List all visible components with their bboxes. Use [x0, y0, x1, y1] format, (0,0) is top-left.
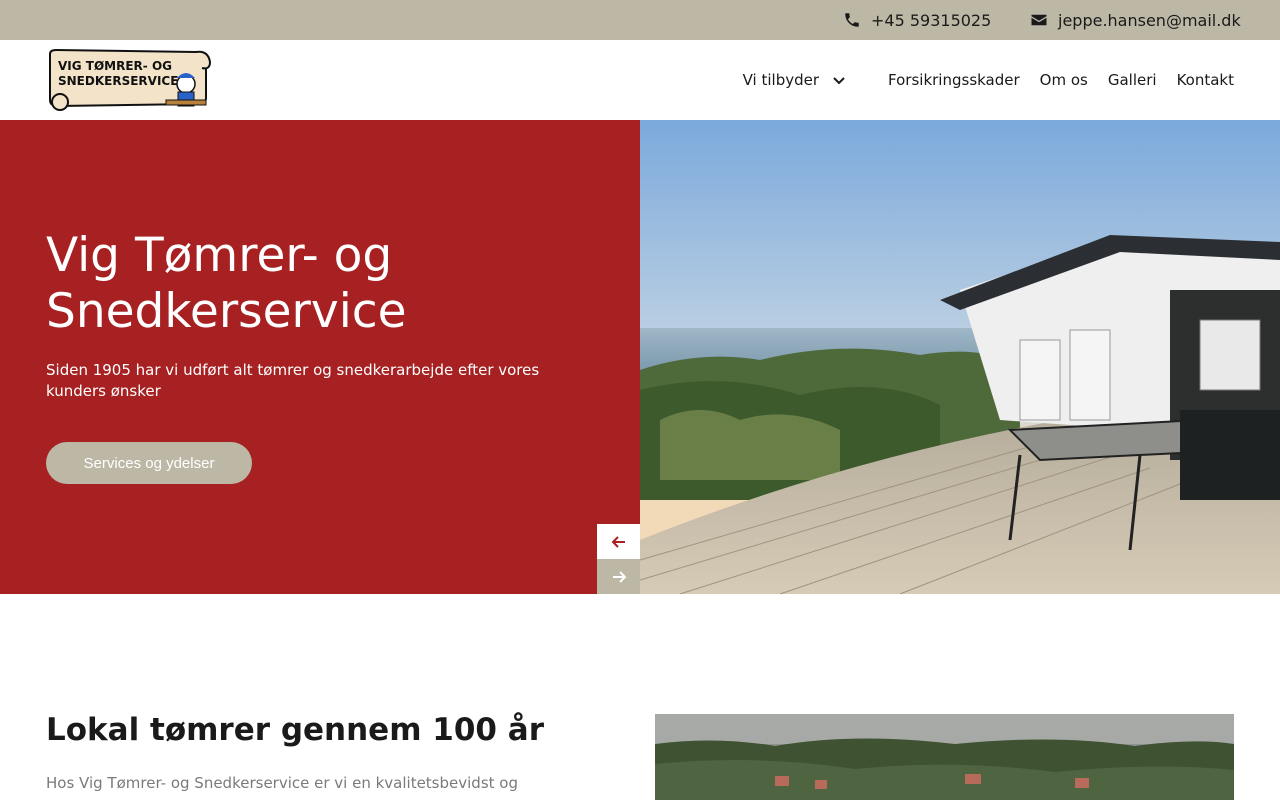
envelope-icon — [1031, 14, 1047, 26]
nav-forsikringsskader[interactable]: Forsikringsskader — [888, 71, 1020, 89]
phone-icon — [845, 13, 859, 27]
phone-contact[interactable]: +45 59315025 — [843, 0, 991, 40]
main-navigation: Vi tilbyder Forsikringsskader Om os Gall… — [723, 40, 1234, 120]
email-address[interactable]: jeppe.hansen@mail.dk — [1058, 11, 1241, 30]
town-aerial-photo — [655, 714, 1234, 800]
chevron-down-icon[interactable] — [831, 72, 847, 88]
slider-prev-button[interactable] — [597, 524, 640, 559]
section-body-text: Hos Vig Tømrer- og Snedkerservice er vi … — [46, 774, 518, 792]
town-photo — [655, 714, 1234, 800]
nav-om-os[interactable]: Om os — [1040, 71, 1088, 89]
hero-photo-terrace — [640, 120, 1280, 594]
logo-text-2: SNEDKERSERVICE — [58, 74, 178, 88]
hero-slider: Vig Tømrer- og Snedkerservice Siden 1905… — [0, 120, 1280, 594]
nav-kontakt[interactable]: Kontakt — [1177, 71, 1234, 89]
top-contact-bar: +45 59315025 jeppe.hansen@mail.dk — [0, 0, 1280, 40]
nav-galleri[interactable]: Galleri — [1108, 71, 1157, 89]
email-contact[interactable]: jeppe.hansen@mail.dk — [1030, 0, 1241, 40]
nav-vi-tilbyder-label[interactable]: Vi tilbyder — [743, 71, 819, 89]
nav-vi-tilbyder[interactable]: Vi tilbyder — [743, 71, 847, 89]
phone-number[interactable]: +45 59315025 — [871, 11, 991, 30]
section-title: Lokal tømrer gennem 100 år — [46, 712, 544, 748]
arrow-left-icon — [611, 535, 625, 548]
hero-title: Vig Tømrer- og Snedkerservice — [46, 228, 407, 339]
arrow-right-icon — [612, 570, 626, 583]
hero-text-panel: Vig Tømrer- og Snedkerservice Siden 1905… — [0, 120, 640, 594]
company-logo[interactable]: VIG TØMRER- OG SNEDKERSERVICE — [46, 48, 212, 112]
slider-next-button[interactable] — [597, 559, 640, 594]
logo-text-1: VIG TØMRER- OG — [58, 59, 172, 73]
hero-subtitle: Siden 1905 har vi udført alt tømrer og s… — [46, 361, 540, 400]
terrace-photo — [640, 120, 1280, 594]
site-header: VIG TØMRER- OG SNEDKERSERVICE Vi tilbyde… — [0, 40, 1280, 120]
services-button[interactable]: Services og ydelser — [46, 442, 252, 484]
